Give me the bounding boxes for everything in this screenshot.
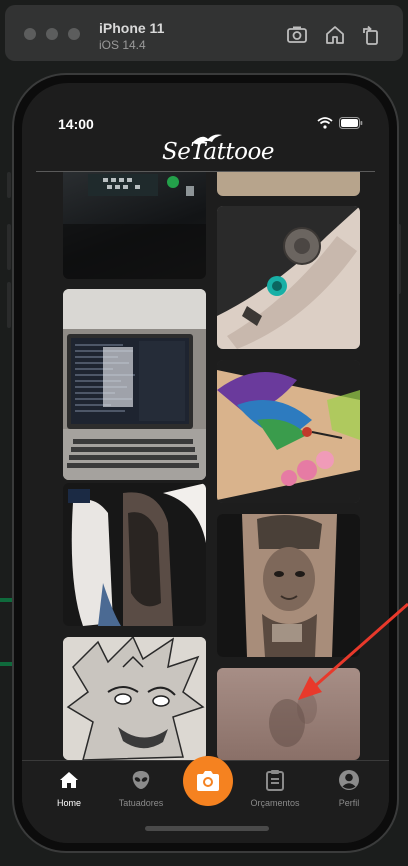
feed-image-laptop-code[interactable] — [63, 289, 206, 480]
home-icon — [60, 772, 78, 788]
simulator-device-name: iPhone 11 — [99, 20, 165, 36]
camera-icon — [197, 771, 219, 791]
background-stripe — [0, 598, 12, 602]
feed-image-hummingbird-tattoo[interactable] — [217, 360, 360, 503]
tab-home[interactable]: Home — [34, 769, 104, 808]
bottom-tab-bar: Home Tatuadores Orçamentos Perfil — [22, 756, 389, 843]
feed-image-blurred[interactable] — [217, 668, 360, 760]
feed-image-anime-sketch[interactable] — [63, 637, 206, 760]
mute-switch — [7, 172, 11, 198]
status-time: 14:00 — [58, 116, 94, 132]
profile-icon — [339, 770, 359, 790]
volume-down-button — [7, 282, 11, 328]
tab-tatuadores-label: Tatuadores — [118, 798, 164, 808]
clipboard-icon — [266, 770, 284, 791]
swallow-icon — [192, 134, 222, 145]
alien-icon — [132, 771, 150, 789]
feed-image-portrait-tattoo[interactable] — [217, 514, 360, 657]
background-stripe — [0, 662, 12, 666]
home-button-icon[interactable] — [323, 23, 347, 47]
tab-perfil-label: Perfil — [338, 798, 360, 808]
feed-image-laptop-keyboard[interactable] — [63, 172, 206, 279]
app-screen: 14:00 SeTattooe Home Tatuadores Orçament… — [22, 83, 389, 843]
feed-image-rose-tattoo[interactable] — [217, 206, 360, 349]
feed-image-sleeve-tattoo[interactable] — [63, 483, 206, 626]
tab-tatuadores[interactable]: Tatuadores — [106, 769, 176, 808]
phone-frame: 14:00 SeTattooe Home Tatuadores Orçament… — [12, 73, 399, 853]
tab-home-label: Home — [56, 798, 81, 808]
feed-image-top-right[interactable] — [217, 172, 360, 196]
tab-perfil[interactable]: Perfil — [314, 769, 384, 808]
home-indicator — [145, 826, 269, 831]
tattoo-feed[interactable] — [22, 172, 389, 760]
volume-up-button — [7, 224, 11, 270]
battery-icon — [339, 117, 363, 129]
camera-button[interactable] — [183, 756, 233, 806]
tab-orcamentos-label: Orçamentos — [250, 798, 300, 808]
app-logo: SeTattooe — [162, 134, 274, 169]
simulator-toolbar: iPhone 11 iOS 14.4 — [5, 5, 403, 61]
screenshot-icon[interactable] — [285, 23, 309, 47]
tab-orcamentos[interactable]: Orçamentos — [240, 769, 310, 808]
rotate-icon[interactable] — [359, 23, 383, 47]
wifi-icon — [317, 117, 333, 129]
minimize-window-button[interactable] — [46, 28, 58, 40]
zoom-window-button[interactable] — [68, 28, 80, 40]
close-window-button[interactable] — [24, 28, 36, 40]
simulator-os-version: iOS 14.4 — [99, 38, 146, 52]
status-icons — [317, 117, 363, 129]
